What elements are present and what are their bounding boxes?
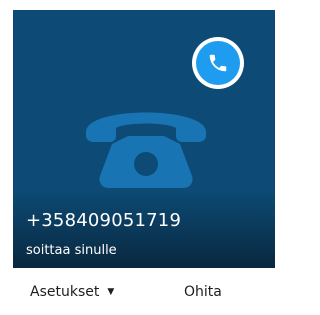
- ignore-call-button[interactable]: Ohita: [184, 284, 222, 306]
- answer-call-button[interactable]: [192, 37, 244, 89]
- settings-button-label: Asetukset: [30, 284, 100, 300]
- caller-number: +358409051719: [26, 210, 182, 231]
- incoming-call-card: +358409051719 soittaa sinulle: [13, 10, 275, 268]
- call-status-text: soittaa sinulle: [26, 243, 117, 258]
- chevron-down-icon: ▼: [107, 287, 115, 297]
- call-action-bar: Asetukset ▼ Ohita: [13, 268, 275, 312]
- incoming-call-window: +358409051719 soittaa sinulle Asetukset ▼…: [13, 10, 275, 312]
- phone-handset-icon: [209, 54, 227, 72]
- desk-phone-icon: [86, 112, 206, 188]
- answer-call-button-fill: [196, 41, 240, 85]
- settings-dropdown-button[interactable]: Asetukset ▼: [30, 284, 114, 306]
